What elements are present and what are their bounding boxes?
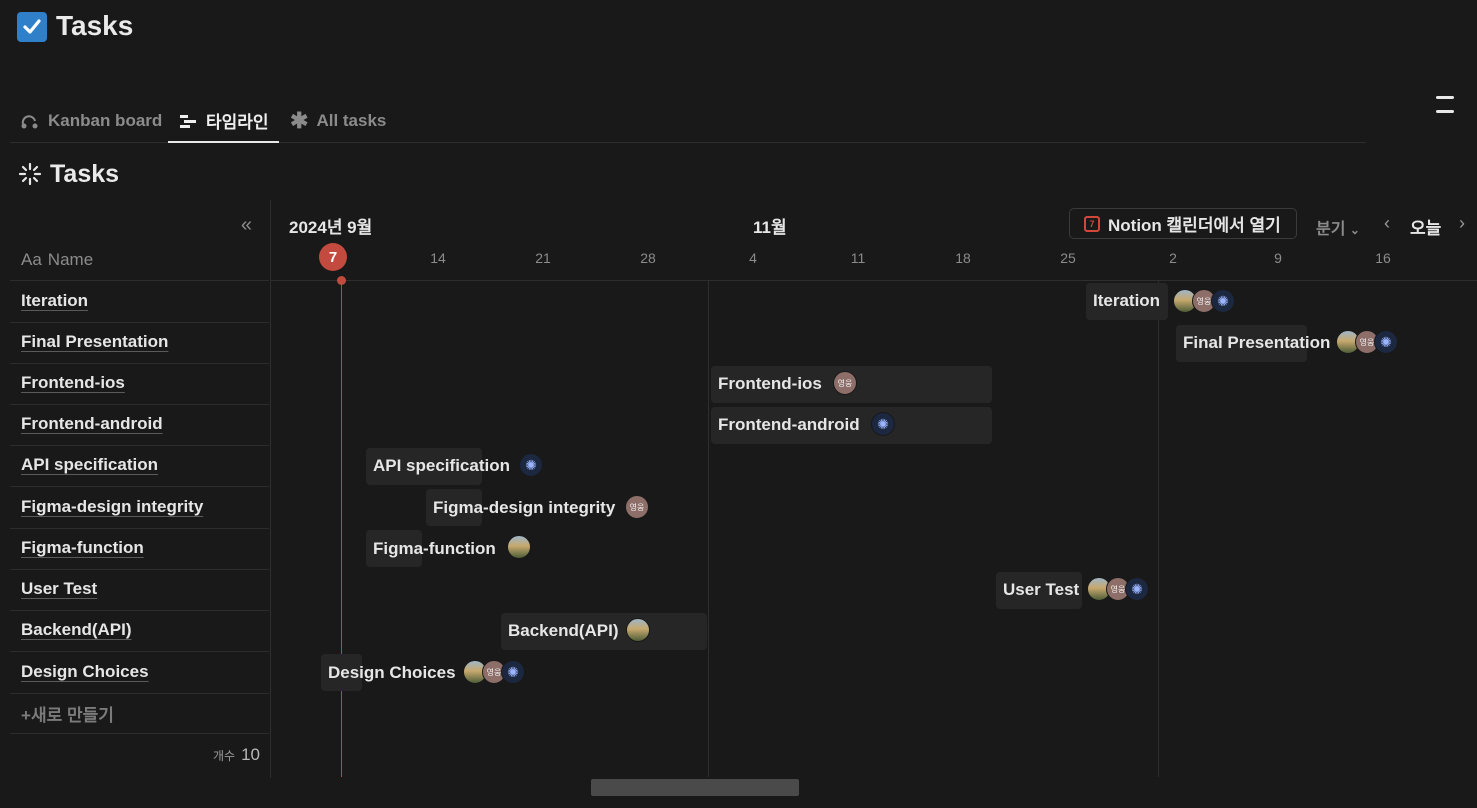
- row-title[interactable]: Figma-design integrity: [21, 497, 203, 517]
- menu-icon[interactable]: [1434, 94, 1456, 116]
- row-title[interactable]: Frontend-ios: [21, 373, 125, 393]
- period-dropdown[interactable]: 분기 ⌄: [1316, 215, 1360, 239]
- period-label: 분기: [1316, 221, 1346, 238]
- text-property-icon: Aa: [21, 250, 42, 269]
- today-button[interactable]: 오늘: [1410, 214, 1441, 239]
- task-table: « Aa Name Iteration Final Presentation Fr…: [10, 200, 271, 778]
- timeline-header-divider: [270, 280, 1477, 281]
- collapse-icon[interactable]: «: [241, 214, 252, 237]
- table-row[interactable]: Design Choices: [10, 652, 269, 694]
- date-tick: 18: [955, 250, 971, 266]
- open-notion-calendar-button[interactable]: 7 Notion 캘린더에서 열기: [1069, 208, 1297, 239]
- loading-spinner-icon: [18, 162, 42, 191]
- bar-label[interactable]: Iteration: [1093, 291, 1160, 311]
- avatar: ✺: [501, 660, 525, 684]
- count-value: 10: [241, 745, 260, 764]
- plus-icon: +: [21, 706, 31, 725]
- bar-label[interactable]: Frontend-ios: [718, 374, 822, 394]
- table-row[interactable]: API specification: [10, 445, 269, 487]
- new-row-label: 새로 만들기: [30, 706, 114, 725]
- tab-label: Kanban board: [48, 110, 163, 130]
- avatar: ✺: [519, 453, 543, 477]
- new-row-content: +새로 만들기: [21, 701, 114, 726]
- date-tick: 16: [1375, 250, 1391, 266]
- checkbox-icon[interactable]: [17, 12, 47, 42]
- chevron-down-icon: ⌄: [1349, 223, 1360, 237]
- date-tick: 2: [1169, 250, 1177, 266]
- row-title[interactable]: Backend(API): [21, 620, 132, 640]
- today-line: [341, 280, 342, 777]
- avatar: 영웅: [833, 371, 857, 395]
- avatar: [507, 535, 531, 559]
- view-title: Tasks: [50, 160, 120, 188]
- bar-label[interactable]: API specification: [373, 456, 510, 476]
- chevron-right-icon[interactable]: ›: [1459, 213, 1465, 234]
- asterisk-icon: ✱: [290, 107, 309, 133]
- row-title[interactable]: Final Presentation: [21, 332, 168, 352]
- month-divider: [1158, 281, 1159, 777]
- tab-all-tasks[interactable]: ✱ All tasks: [290, 100, 386, 141]
- tab-label: All tasks: [316, 110, 387, 130]
- table-row[interactable]: User Test: [10, 569, 269, 611]
- chevron-left-icon[interactable]: ‹: [1384, 213, 1390, 234]
- row-title[interactable]: Design Choices: [21, 662, 149, 682]
- month-label: 2024년 9월: [289, 218, 373, 237]
- table-row[interactable]: Frontend-android: [10, 404, 269, 446]
- today-dot: [337, 276, 346, 285]
- date-tick: 14: [430, 250, 446, 266]
- row-title[interactable]: Iteration: [21, 291, 88, 311]
- date-tick: 9: [1274, 250, 1282, 266]
- row-title[interactable]: User Test: [21, 579, 97, 599]
- today-date-marker: 7: [319, 243, 347, 271]
- date-tick: 28: [640, 250, 656, 266]
- row-count: 개수 10: [213, 745, 260, 765]
- avatar: ✺: [1125, 577, 1149, 601]
- tab-label: 타임라인: [206, 113, 269, 132]
- table-row[interactable]: Frontend-ios: [10, 363, 269, 405]
- avatar: ✺: [871, 412, 895, 436]
- name-header-label: Name: [47, 250, 94, 269]
- month-label: 11월: [753, 218, 787, 237]
- bar-label[interactable]: Final Presentation: [1183, 333, 1330, 353]
- month-divider: [708, 281, 709, 777]
- calendar-icon: 7: [1084, 215, 1100, 232]
- avatar: [626, 618, 650, 642]
- table-row[interactable]: Figma-function: [10, 528, 269, 570]
- open-calendar-label: Notion 캘린더에서 열기: [1108, 216, 1281, 235]
- table-row[interactable]: Backend(API): [10, 610, 269, 652]
- page-title: Tasks: [56, 10, 134, 41]
- avatar: ✺: [1211, 289, 1235, 313]
- tab-kanban-board[interactable]: Kanban board: [20, 100, 162, 141]
- tab-timeline[interactable]: 타임라인: [168, 100, 279, 143]
- bar-label[interactable]: Figma-design integrity: [433, 498, 615, 518]
- timeline-icon: [178, 112, 198, 130]
- bar-label[interactable]: Figma-function: [373, 539, 496, 559]
- row-title[interactable]: Figma-function: [21, 538, 144, 558]
- avatar: 영웅: [625, 495, 649, 519]
- date-tick: 4: [749, 250, 757, 266]
- name-column-header[interactable]: Aa Name: [21, 250, 93, 270]
- bar-label[interactable]: Backend(API): [508, 621, 619, 641]
- bar-label[interactable]: Frontend-android: [718, 415, 860, 435]
- date-tick: 25: [1060, 250, 1076, 266]
- horizontal-scrollbar[interactable]: [591, 779, 799, 796]
- row-title[interactable]: Frontend-android: [21, 414, 163, 434]
- view-tabs: Kanban board 타임라인 ✱ All tasks: [10, 100, 1366, 143]
- table-row[interactable]: Final Presentation: [10, 322, 269, 364]
- bar-label[interactable]: Design Choices: [328, 663, 456, 683]
- count-label: 개수: [212, 749, 236, 763]
- table-row[interactable]: Iteration: [10, 280, 269, 323]
- row-title[interactable]: API specification: [21, 455, 158, 475]
- bar-label[interactable]: User Test: [1003, 580, 1079, 600]
- date-tick: 11: [850, 250, 866, 266]
- kanban-icon: [20, 112, 40, 130]
- new-row[interactable]: +새로 만들기: [10, 693, 269, 734]
- avatar: ✺: [1374, 330, 1398, 354]
- date-tick: 21: [535, 250, 551, 266]
- table-row[interactable]: Figma-design integrity: [10, 487, 269, 529]
